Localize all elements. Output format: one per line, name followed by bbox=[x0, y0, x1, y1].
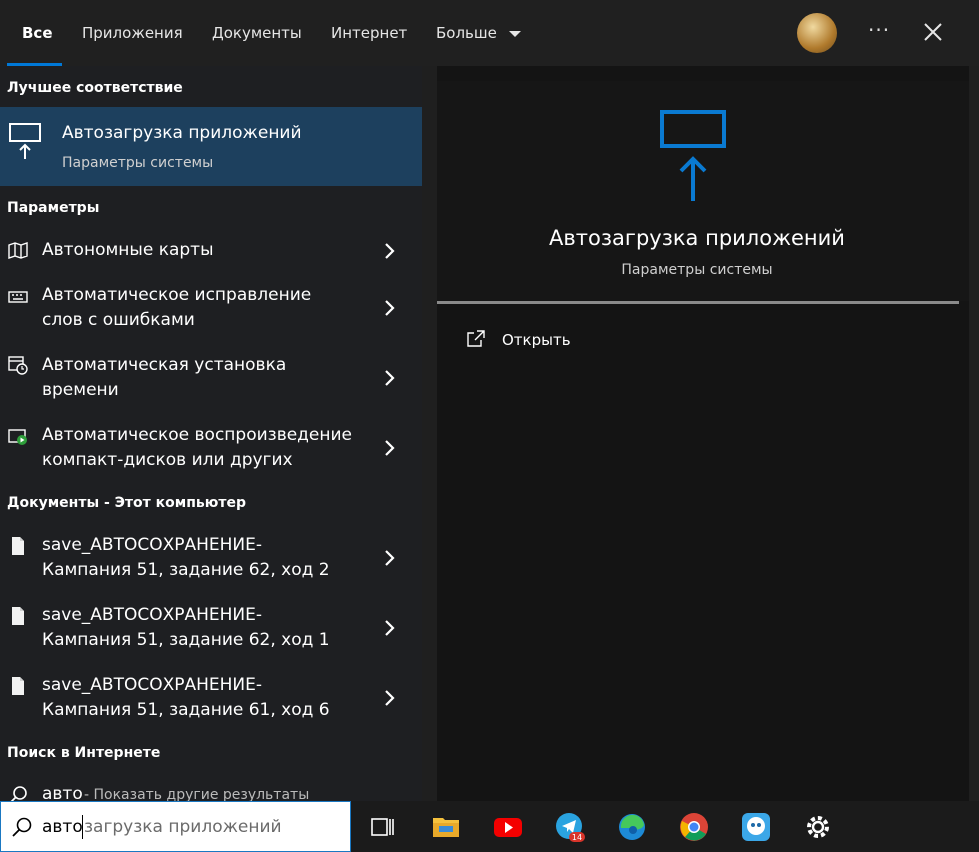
tab-apps[interactable]: Приложения bbox=[82, 24, 183, 42]
telegram-badge: 14 bbox=[572, 833, 582, 842]
tab-all[interactable]: Все bbox=[22, 24, 53, 42]
section-web: Поиск в Интернете bbox=[7, 745, 161, 761]
settings-item-line1: Автоматическое воспроизведение bbox=[42, 425, 353, 445]
best-match-subtitle: Параметры системы bbox=[62, 155, 214, 171]
youtube-icon[interactable] bbox=[493, 812, 523, 842]
open-label: Открыть bbox=[502, 331, 571, 349]
document-item-label: save_АВТОСОХРАНЕНИЕ- Кампания 51, задани… bbox=[42, 673, 362, 723]
chevron-right-icon bbox=[385, 370, 395, 386]
avatar[interactable] bbox=[797, 13, 837, 53]
settings-item-label: Автономные карты bbox=[42, 240, 214, 260]
results-panel: Лучшее соответствие Автозагрузка приложе… bbox=[0, 66, 422, 804]
document-item-line1: save_АВТОСОХРАНЕНИЕ- bbox=[42, 535, 263, 555]
map-download-icon bbox=[8, 242, 28, 259]
close-icon[interactable] bbox=[920, 16, 946, 46]
settings-item-label: Автоматическое исправление слов с ошибка… bbox=[42, 283, 362, 333]
preview-panel: Автозагрузка приложений Параметры систем… bbox=[437, 66, 969, 801]
search-completion-text: загрузка приложений bbox=[84, 817, 282, 837]
preview-header: Автозагрузка приложений Параметры систем… bbox=[437, 81, 969, 301]
chevron-right-icon bbox=[385, 690, 395, 706]
startup-apps-icon bbox=[660, 110, 726, 201]
file-explorer-icon[interactable] bbox=[431, 812, 461, 842]
settings-item-label: Автоматическая установка времени bbox=[42, 353, 362, 403]
app-icon[interactable] bbox=[741, 812, 771, 842]
document-icon bbox=[12, 607, 24, 625]
section-best-match: Лучшее соответствие bbox=[7, 80, 183, 96]
preview-subtitle: Параметры системы bbox=[621, 262, 773, 278]
more-options-icon[interactable]: ··· bbox=[868, 18, 890, 42]
document-item-label: save_АВТОСОХРАНЕНИЕ- Кампания 51, задани… bbox=[42, 603, 362, 653]
tab-internet[interactable]: Интернет bbox=[331, 24, 407, 42]
settings-item-line2: слов с ошибками bbox=[42, 310, 195, 330]
search-input[interactable]: авто загрузка приложений bbox=[0, 801, 351, 852]
section-settings: Параметры bbox=[7, 200, 100, 216]
settings-item-line1: Автоматическое исправление bbox=[42, 285, 312, 305]
document-item[interactable]: save_АВТОСОХРАНЕНИЕ- Кампания 51, задани… bbox=[0, 673, 422, 727]
open-external-icon bbox=[467, 330, 485, 347]
settings-item-autoplay[interactable]: Автоматическое воспроизведение компакт-д… bbox=[0, 423, 422, 477]
top-bar: Все Приложения Документы Интернет Больше… bbox=[0, 0, 979, 66]
settings-item-line2: времени bbox=[42, 380, 119, 400]
preview-divider bbox=[437, 301, 959, 304]
chevron-right-icon bbox=[385, 440, 395, 456]
open-action[interactable]: Открыть bbox=[467, 328, 667, 356]
settings-item-line2: компакт-дисков или других bbox=[42, 450, 293, 470]
edge-icon[interactable] bbox=[617, 812, 647, 842]
document-item-label: save_АВТОСОХРАНЕНИЕ- Кампания 51, задани… bbox=[42, 533, 362, 583]
chevron-right-icon bbox=[385, 620, 395, 636]
document-item-line1: save_АВТОСОХРАНЕНИЕ- bbox=[42, 605, 263, 625]
best-match-item[interactable]: Автозагрузка приложений Параметры систем… bbox=[0, 107, 422, 186]
chevron-down-icon bbox=[508, 30, 521, 37]
chrome-icon[interactable] bbox=[679, 812, 709, 842]
text-caret bbox=[82, 815, 83, 839]
document-item[interactable]: save_АВТОСОХРАНЕНИЕ- Кампания 51, задани… bbox=[0, 603, 422, 657]
preview-title: Автозагрузка приложений bbox=[549, 226, 845, 250]
task-view-icon[interactable] bbox=[368, 812, 398, 842]
chevron-right-icon bbox=[385, 300, 395, 316]
best-match-title: Автозагрузка приложений bbox=[62, 123, 302, 143]
taskbar: авто загрузка приложений 14 bbox=[0, 801, 979, 852]
settings-icon[interactable] bbox=[803, 812, 833, 842]
settings-item-offline-maps[interactable]: Автономные карты bbox=[0, 236, 422, 266]
section-documents: Документы - Этот компьютер bbox=[7, 495, 246, 511]
settings-item-autocorrect[interactable]: Автоматическое исправление слов с ошибка… bbox=[0, 283, 422, 337]
document-item-line1: save_АВТОСОХРАНЕНИЕ- bbox=[42, 675, 263, 695]
settings-item-auto-time[interactable]: Автоматическая установка времени bbox=[0, 353, 422, 407]
telegram-icon[interactable]: 14 bbox=[555, 812, 585, 842]
tab-documents[interactable]: Документы bbox=[212, 24, 302, 42]
search-typed-text: авто bbox=[42, 817, 83, 837]
document-item[interactable]: save_АВТОСОХРАНЕНИЕ- Кампания 51, задани… bbox=[0, 533, 422, 587]
settings-item-line1: Автоматическая установка bbox=[42, 355, 287, 375]
document-icon bbox=[12, 677, 24, 695]
document-icon bbox=[12, 537, 24, 555]
settings-item-label: Автоматическое воспроизведение компакт-д… bbox=[42, 423, 362, 473]
startup-apps-icon bbox=[9, 123, 41, 159]
keyboard-icon bbox=[8, 291, 28, 303]
chevron-right-icon bbox=[385, 550, 395, 566]
search-icon bbox=[12, 817, 32, 837]
document-item-line2: Кампания 51, задание 62, ход 2 bbox=[42, 560, 330, 580]
calendar-clock-icon bbox=[8, 356, 28, 375]
document-item-line2: Кампания 51, задание 62, ход 1 bbox=[42, 630, 330, 650]
tab-more[interactable]: Больше bbox=[436, 24, 522, 42]
document-item-line2: Кампания 51, задание 61, ход 6 bbox=[42, 700, 330, 720]
tab-more-label: Больше bbox=[436, 24, 497, 42]
chevron-right-icon bbox=[385, 243, 395, 259]
autoplay-icon bbox=[8, 429, 27, 445]
